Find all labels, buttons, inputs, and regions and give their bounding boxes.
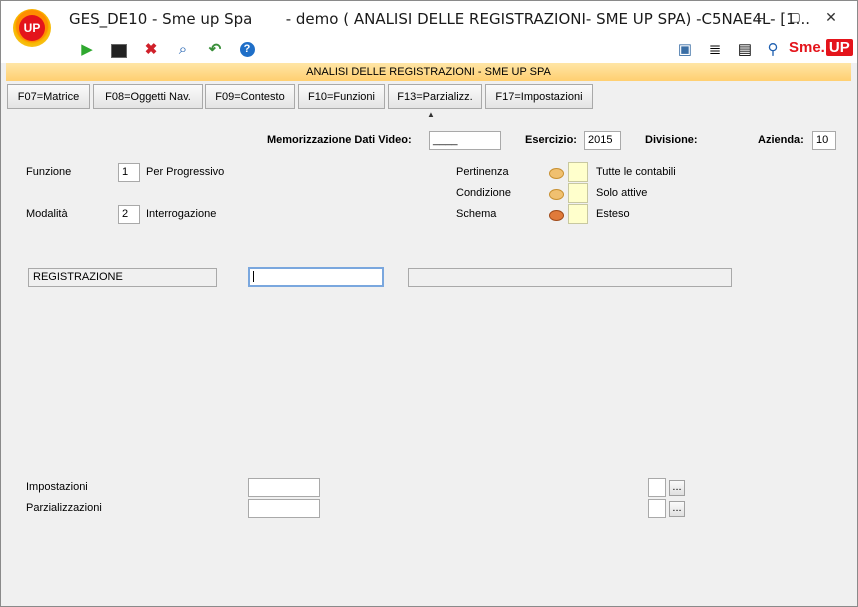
impostazioni-small-input[interactable]	[648, 478, 666, 497]
play-icon[interactable]: ▶	[77, 40, 97, 60]
divisione-label: Divisione:	[645, 134, 698, 146]
condizione-label: Condizione	[456, 187, 512, 199]
funzione-input[interactable]: 1	[118, 163, 140, 182]
impostazioni-browse-button[interactable]: ...	[669, 480, 685, 496]
condizione-description: Solo attive	[596, 187, 648, 199]
window-title: GES_DE10 - Sme up Spa - demo ( ANALISI D…	[69, 10, 810, 28]
schema-input[interactable]	[568, 204, 588, 224]
f10-funzioni-button[interactable]: F10=Funzioni	[298, 84, 385, 109]
impostazioni-input[interactable]	[248, 478, 320, 497]
brand-tag: UP	[825, 39, 853, 56]
condizione-coin-icon[interactable]	[549, 189, 564, 200]
maximize-button[interactable]: ▢	[780, 7, 810, 27]
application-window: UP GES_DE10 - Sme up Spa - demo ( ANALIS…	[0, 0, 858, 607]
esercizio-input[interactable]: 2015	[584, 131, 621, 150]
pertinenza-label: Pertinenza	[456, 166, 509, 178]
parzializzazioni-label: Parzializzazioni	[26, 502, 102, 514]
condizione-input[interactable]	[568, 183, 588, 203]
registrazione-input[interactable]	[248, 267, 384, 287]
impostazioni-label: Impostazioni	[26, 481, 88, 493]
modalita-input[interactable]: 2	[118, 205, 140, 224]
main-content: ANALISI DELLE REGISTRAZIONI - SME UP SPA…	[6, 63, 851, 601]
dropdown-arrow-icon: ▲	[427, 110, 435, 119]
memorizzazione-input[interactable]: ____	[429, 131, 501, 150]
close-window-button[interactable]: ✕	[816, 7, 846, 27]
schema-coin-icon[interactable]	[549, 210, 564, 221]
smeup-brand: Sme. UP	[789, 39, 853, 56]
modalita-label: Modalità	[26, 208, 68, 220]
brand-text: Sme.	[789, 39, 825, 56]
title-bar: UP GES_DE10 - Sme up Spa - demo ( ANALIS…	[1, 1, 857, 63]
esercizio-label: Esercizio:	[525, 134, 577, 146]
f17-impostazioni-button[interactable]: F17=Impostazioni	[485, 84, 593, 109]
pertinenza-input[interactable]	[568, 162, 588, 182]
schema-description: Esteso	[596, 208, 630, 220]
search-icon[interactable]: ⌕	[173, 40, 193, 60]
schema-label: Schema	[456, 208, 497, 220]
azienda-input[interactable]: 10	[812, 131, 836, 150]
pertinenza-description: Tutte le contabili	[596, 166, 676, 178]
document-icon[interactable]: ▤	[735, 40, 755, 60]
help-icon[interactable]: ?	[237, 40, 257, 60]
f07-matrice-button[interactable]: F07=Matrice	[7, 84, 90, 109]
terminal-icon[interactable]	[109, 40, 129, 60]
logo-text: UP	[19, 15, 45, 41]
funzione-label: Funzione	[26, 166, 72, 178]
f08-oggetti-nav-button[interactable]: F08=Oggetti Nav.	[93, 84, 203, 109]
parzializzazioni-small-input[interactable]	[648, 499, 666, 518]
parzializzazioni-browse-button[interactable]: ...	[669, 501, 685, 517]
memorizzazione-label: Memorizzazione Dati Video:	[267, 134, 412, 146]
registrazione-description	[408, 268, 732, 287]
list-icon[interactable]: ≣	[705, 40, 725, 60]
f09-contesto-button[interactable]: F09=Contesto	[205, 84, 295, 109]
modalita-description: Interrogazione	[146, 208, 217, 220]
pertinenza-coin-icon[interactable]	[549, 168, 564, 179]
minimize-button[interactable]: –	[746, 7, 776, 27]
registrazione-label: REGISTRAZIONE	[28, 268, 217, 287]
azienda-label: Azienda:	[758, 134, 804, 146]
close-icon[interactable]: ✖	[141, 40, 161, 60]
funzione-description: Per Progressivo	[146, 166, 225, 178]
magnifier-icon[interactable]: ⚲	[763, 40, 783, 60]
back-arrow-icon[interactable]: ↶	[205, 40, 225, 60]
monitor-icon[interactable]: ▣	[675, 40, 695, 60]
f13-parzializz-button[interactable]: F13=Parzializz.	[388, 84, 482, 109]
smeup-logo: UP	[13, 9, 51, 47]
text-caret	[253, 271, 254, 282]
header-bar: ANALISI DELLE REGISTRAZIONI - SME UP SPA	[6, 63, 851, 81]
parzializzazioni-input[interactable]	[248, 499, 320, 518]
